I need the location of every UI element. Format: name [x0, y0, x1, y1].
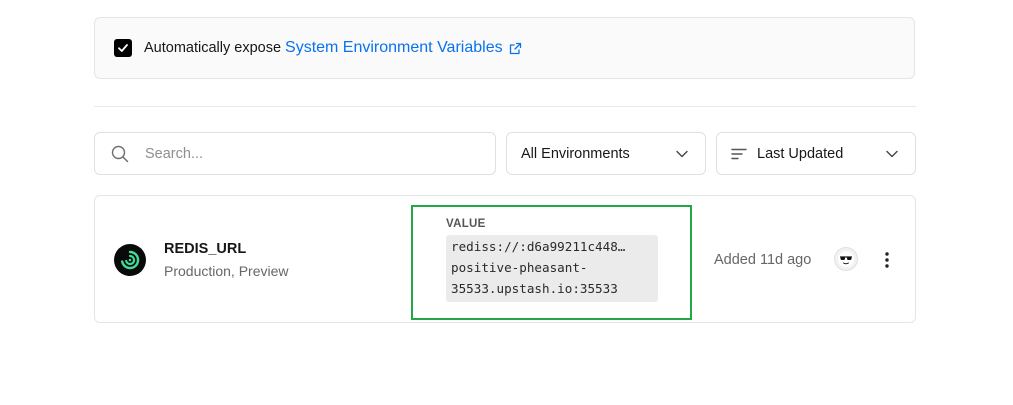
- environment-select[interactable]: All Environments: [506, 132, 706, 175]
- variable-name[interactable]: REDIS_URL: [164, 241, 246, 257]
- chevron-down-icon: [885, 147, 899, 161]
- system-env-vars-link[interactable]: System Environment Variables: [285, 39, 522, 57]
- system-env-vars-link-text: System Environment Variables: [285, 39, 503, 56]
- env-vars-page: Automatically expose System Environment …: [0, 0, 1013, 405]
- avatar[interactable]: [834, 247, 858, 271]
- env-var-row: REDIS_URL Production, Preview VALUE redi…: [94, 195, 916, 323]
- sunglasses-avatar-icon: [838, 251, 854, 267]
- expose-checkbox[interactable]: [114, 39, 132, 57]
- search-icon: [111, 145, 129, 163]
- value-line: rediss://:d6a99211c448…: [451, 239, 626, 254]
- search-box[interactable]: [94, 132, 496, 175]
- sort-select-value: Last Updated: [757, 145, 844, 162]
- chevron-down-icon: [675, 147, 689, 161]
- expose-system-vars-panel: Automatically expose System Environment …: [94, 17, 915, 79]
- added-timestamp: Added 11d ago: [714, 252, 812, 268]
- section-divider: [94, 106, 916, 107]
- more-options-button[interactable]: [875, 248, 899, 272]
- search-input[interactable]: [143, 144, 467, 163]
- variable-environments: Production, Preview: [164, 263, 289, 279]
- checkmark-icon: [118, 44, 128, 52]
- more-vertical-icon: [885, 252, 889, 268]
- sort-select[interactable]: Last Updated: [716, 132, 916, 175]
- upstash-logo-icon: [114, 244, 146, 276]
- sort-icon: [731, 147, 747, 161]
- external-link-icon: [509, 42, 522, 55]
- variable-value[interactable]: rediss://:d6a99211c448… positive-pheasan…: [446, 235, 658, 302]
- value-label: VALUE: [446, 218, 486, 230]
- environment-select-value: All Environments: [521, 145, 630, 162]
- value-line: 35533.upstash.io:35533: [451, 281, 618, 296]
- value-line: positive-pheasant-: [451, 260, 588, 275]
- expose-label: Automatically expose: [144, 40, 282, 56]
